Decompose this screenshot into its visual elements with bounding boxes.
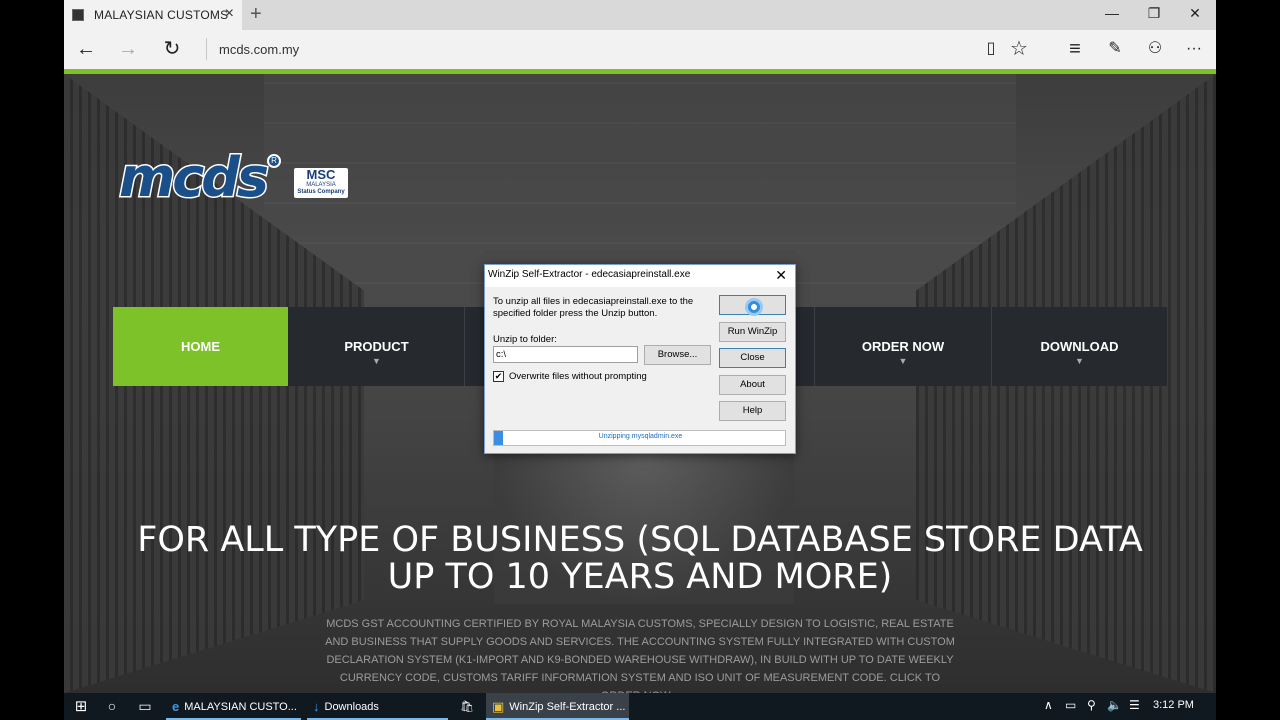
- input-method-icon[interactable]: ☰: [1129, 698, 1140, 712]
- dialog-title: WinZip Self-Extractor - edecasiapreinsta…: [488, 269, 691, 280]
- web-note-icon[interactable]: ✎: [1103, 38, 1127, 60]
- unzip-folder-label: Unzip to folder:: [493, 334, 557, 345]
- about-button[interactable]: About: [719, 375, 786, 395]
- forward-icon[interactable]: →: [116, 38, 140, 60]
- show-hidden-icons-icon[interactable]: ∧: [1044, 698, 1053, 712]
- unzip-folder-input[interactable]: c:\: [493, 346, 638, 363]
- winzip-dialog: WinZip Self-Extractor - edecasiapreinsta…: [484, 264, 796, 454]
- mcds-logo[interactable]: mcds: [117, 148, 270, 207]
- menu-item-home[interactable]: HOME: [113, 307, 288, 386]
- dialog-message: To unzip all files in edecasiapreinstall…: [493, 296, 694, 319]
- overwrite-checkbox[interactable]: ✔: [493, 371, 504, 382]
- hero-paragraph: MCDS GST ACCOUNTING CERTIFIED BY ROYAL M…: [325, 618, 955, 693]
- task-view-icon[interactable]: ▭: [134, 697, 156, 716]
- taskbar-app-downloads[interactable]: ↓ Downloads: [307, 693, 448, 720]
- msc-logo-status: Status Company: [297, 189, 345, 195]
- msc-logo-title: MSC: [306, 167, 336, 182]
- tab-bar: MALAYSIAN CUSTOMS × + — ❐ ✕: [64, 0, 1216, 30]
- reading-view-icon[interactable]: ▯: [979, 38, 1003, 60]
- hero-headline: FOR ALL TYPE OF BUSINESS (SQL DATABASE S…: [137, 520, 1143, 597]
- back-icon[interactable]: ←: [74, 38, 98, 60]
- address-toolbar: ← → ↻ mcds.com.my ▯ ☆ ≡ ✎ ⚇ ···: [64, 30, 1216, 69]
- help-button[interactable]: Help: [719, 401, 786, 421]
- browse-button[interactable]: Browse...: [644, 345, 711, 365]
- address-separator: [206, 38, 207, 60]
- minimize-icon[interactable]: —: [1102, 5, 1122, 21]
- taskbar-app-store[interactable]: 🛍: [454, 693, 484, 720]
- battery-icon[interactable]: ▭: [1065, 698, 1076, 712]
- edge-icon: e: [172, 699, 180, 714]
- share-icon[interactable]: ⚇: [1143, 38, 1167, 60]
- menu-item-order-now[interactable]: ORDER NOW ▼: [815, 307, 991, 386]
- clock[interactable]: 3:12 PM: [1153, 699, 1194, 711]
- overwrite-checkbox-label: Overwrite files without prompting: [509, 371, 647, 382]
- start-icon[interactable]: ⊞: [70, 697, 92, 716]
- menu-item-label: HOME: [181, 339, 220, 354]
- chevron-down-icon: ▼: [1075, 356, 1084, 366]
- search-icon[interactable]: ○: [101, 697, 123, 716]
- menu-divider: [464, 307, 465, 386]
- new-tab-icon[interactable]: +: [250, 3, 262, 26]
- msc-logo: MSC MALAYSIA Status Company: [294, 168, 348, 198]
- winzip-icon: ▣: [492, 698, 505, 714]
- chevron-down-icon: ▼: [372, 356, 381, 366]
- menu-item-label: DOWNLOAD: [1040, 339, 1119, 354]
- taskbar-app-label: Downloads: [324, 700, 379, 713]
- registered-mark: R: [267, 154, 281, 168]
- close-tab-icon[interactable]: ×: [225, 6, 234, 22]
- letterbox-left: [0, 0, 64, 720]
- hub-icon[interactable]: ≡: [1063, 38, 1087, 60]
- restore-icon[interactable]: ❐: [1144, 5, 1164, 22]
- letterbox-right: [1216, 0, 1280, 720]
- browser-window: MALAYSIAN CUSTOMS × + — ❐ ✕ ← → ↻ mcds.c…: [64, 0, 1216, 720]
- favorite-star-icon[interactable]: ☆: [1007, 38, 1031, 60]
- taskbar-app-edge[interactable]: e MALAYSIAN CUSTO...: [166, 693, 301, 720]
- taskbar-app-winzip[interactable]: ▣ WinZip Self-Extractor ...: [486, 693, 629, 720]
- site-favicon-icon: [72, 9, 84, 21]
- hero-section: mcds R MSC MALAYSIA Status Company HOME …: [64, 74, 1216, 693]
- download-folder-icon: ↓: [313, 699, 320, 714]
- taskbar: ⊞ ○ ▭ e MALAYSIAN CUSTO... ↓ Downloads 🛍…: [64, 693, 1216, 720]
- address-bar[interactable]: mcds.com.my: [219, 42, 299, 57]
- close-button[interactable]: Close: [719, 348, 786, 368]
- dialog-title-bar[interactable]: WinZip Self-Extractor - edecasiapreinsta…: [485, 265, 795, 287]
- more-icon[interactable]: ···: [1182, 38, 1206, 60]
- msc-logo-sub: MALAYSIA: [306, 182, 336, 188]
- progress-text: Unzipping mysqladmin.exe: [598, 433, 683, 440]
- volume-icon[interactable]: 🔈: [1107, 698, 1122, 712]
- run-winzip-button[interactable]: Run WinZip: [719, 322, 786, 342]
- tab-title: MALAYSIAN CUSTOMS: [94, 8, 229, 22]
- taskbar-app-label: MALAYSIAN CUSTO...: [184, 700, 297, 713]
- dialog-close-icon[interactable]: ✕: [775, 267, 787, 284]
- chevron-down-icon: ▼: [898, 356, 908, 366]
- tab-malaysian-customs[interactable]: MALAYSIAN CUSTOMS ×: [64, 0, 242, 30]
- menu-item-product[interactable]: PRODUCT ▼: [289, 307, 464, 386]
- taskbar-app-label: WinZip Self-Extractor ...: [509, 700, 626, 713]
- network-icon[interactable]: ⚲: [1087, 698, 1096, 712]
- menu-item-label: PRODUCT: [344, 339, 409, 354]
- unzip-progress-bar: Unzipping mysqladmin.exe: [493, 430, 786, 446]
- busy-cursor-icon: [745, 298, 763, 316]
- menu-item-label: ORDER NOW: [861, 339, 945, 354]
- menu-item-download[interactable]: DOWNLOAD ▼: [992, 307, 1167, 386]
- refresh-icon[interactable]: ↻: [160, 38, 184, 60]
- close-window-icon[interactable]: ✕: [1185, 5, 1205, 22]
- store-icon: 🛍: [460, 701, 474, 713]
